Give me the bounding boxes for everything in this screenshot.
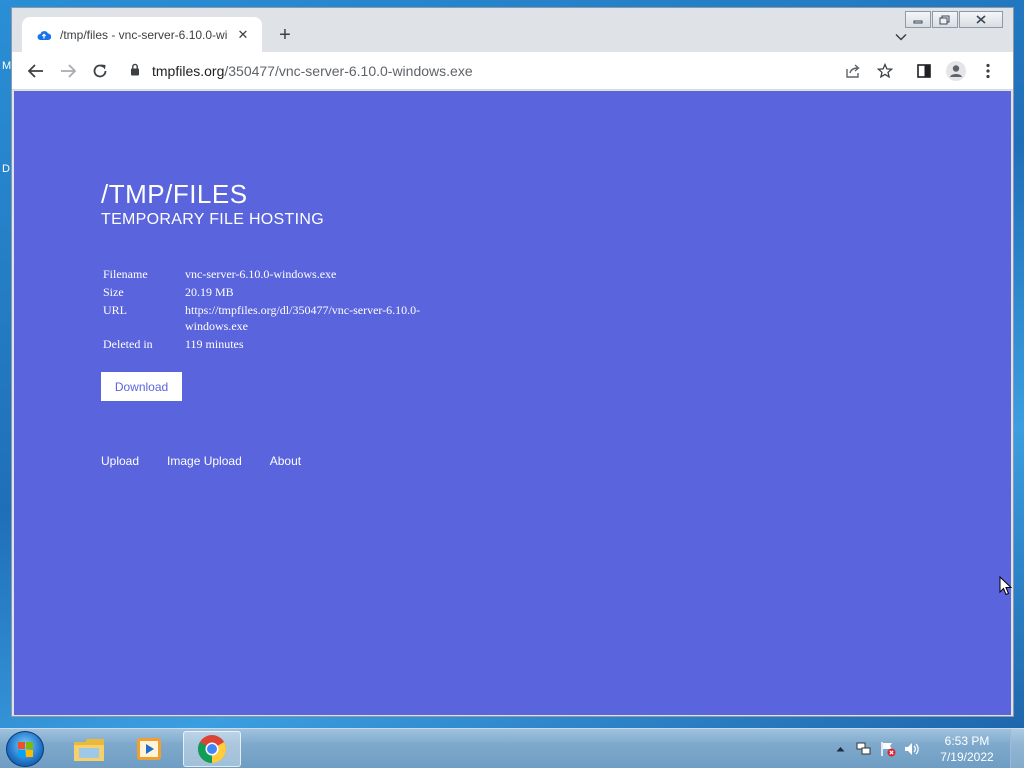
desktop-label-d: D: [2, 163, 10, 175]
url-value: https://tmpfiles.org/dl/350477/vnc-serve…: [185, 303, 421, 333]
tab-close-icon[interactable]: ✕: [234, 27, 252, 43]
clock-time: 6:53 PM: [944, 734, 990, 748]
chrome-taskbar-icon[interactable]: [183, 731, 241, 767]
explorer-taskbar-icon[interactable]: [60, 731, 118, 767]
url-host: tmpfiles.org: [152, 63, 225, 79]
footer-nav: Upload Image Upload About: [101, 454, 301, 468]
table-row: Filename vnc-server-6.10.0-windows.exe: [101, 265, 428, 283]
start-button[interactable]: [6, 731, 44, 767]
forward-button[interactable]: [57, 60, 79, 82]
about-link[interactable]: About: [270, 454, 301, 468]
new-tab-button[interactable]: +: [274, 24, 296, 46]
filename-value: vnc-server-6.10.0-windows.exe: [185, 267, 337, 281]
taskbar: 6:53 PM 7/19/2022: [0, 728, 1024, 768]
table-row: URL https://tmpfiles.org/dl/350477/vnc-s…: [101, 301, 428, 335]
system-tray: 6:53 PM 7/19/2022: [828, 729, 1024, 768]
browser-window: /tmp/files - vnc-server-6.10.0-wi ✕ + tm…: [11, 7, 1014, 717]
mouse-cursor-icon: [999, 575, 1013, 601]
network-icon[interactable]: [855, 740, 873, 758]
close-window-button[interactable]: [959, 11, 1003, 28]
url-path: /350477/vnc-server-6.10.0-windows.exe: [224, 63, 473, 79]
taskbar-clock[interactable]: 6:53 PM 7/19/2022: [928, 733, 1006, 765]
side-panel-icon[interactable]: [913, 60, 935, 82]
filename-label: Filename: [103, 267, 148, 281]
size-label: Size: [103, 285, 124, 299]
window-controls: [905, 11, 1003, 28]
lock-icon: [130, 63, 140, 79]
upload-link[interactable]: Upload: [101, 454, 139, 468]
site-subtitle: TEMPORARY FILE HOSTING: [101, 211, 324, 228]
clock-date: 7/19/2022: [940, 750, 994, 764]
table-row: Deleted in 119 minutes: [101, 335, 428, 353]
page-content: /TMP/FILES TEMPORARY FILE HOSTING Filena…: [14, 91, 1011, 715]
image-upload-link[interactable]: Image Upload: [167, 454, 242, 468]
browser-tab[interactable]: /tmp/files - vnc-server-6.10.0-wi ✕: [22, 17, 262, 52]
bookmark-star-icon[interactable]: [874, 60, 896, 82]
url-label: URL: [103, 303, 127, 317]
back-button[interactable]: [25, 60, 47, 82]
download-button[interactable]: Download: [101, 372, 182, 401]
table-row: Size 20.19 MB: [101, 283, 428, 301]
cloud-upload-icon: [36, 27, 52, 43]
tab-title: /tmp/files - vnc-server-6.10.0-wi: [60, 27, 228, 42]
address-bar[interactable]: tmpfiles.org/350477/vnc-server-6.10.0-wi…: [122, 57, 902, 85]
deleted-in-value: 119 minutes: [185, 337, 244, 351]
action-center-flag-icon[interactable]: [879, 740, 897, 758]
deleted-in-label: Deleted in: [103, 337, 153, 351]
tab-strip: /tmp/files - vnc-server-6.10.0-wi ✕ +: [12, 8, 1013, 52]
share-icon[interactable]: [842, 60, 864, 82]
file-info-table: Filename vnc-server-6.10.0-windows.exe S…: [101, 265, 428, 353]
menu-kebab-icon[interactable]: [977, 60, 999, 82]
size-value: 20.19 MB: [185, 285, 234, 299]
show-desktop-button[interactable]: [1010, 729, 1024, 768]
tab-search-chevron-icon[interactable]: [895, 28, 907, 46]
desktop-label-m: M: [2, 60, 12, 72]
site-title: /TMP/FILES: [101, 179, 248, 209]
show-hidden-icons-icon[interactable]: [831, 740, 849, 758]
maximize-button[interactable]: [932, 11, 958, 28]
minimize-button[interactable]: [905, 11, 931, 28]
browser-toolbar: tmpfiles.org/350477/vnc-server-6.10.0-wi…: [12, 52, 1013, 90]
reload-button[interactable]: [89, 60, 111, 82]
profile-avatar-icon[interactable]: [945, 60, 967, 82]
volume-icon[interactable]: [903, 740, 921, 758]
media-player-taskbar-icon[interactable]: [120, 731, 178, 767]
